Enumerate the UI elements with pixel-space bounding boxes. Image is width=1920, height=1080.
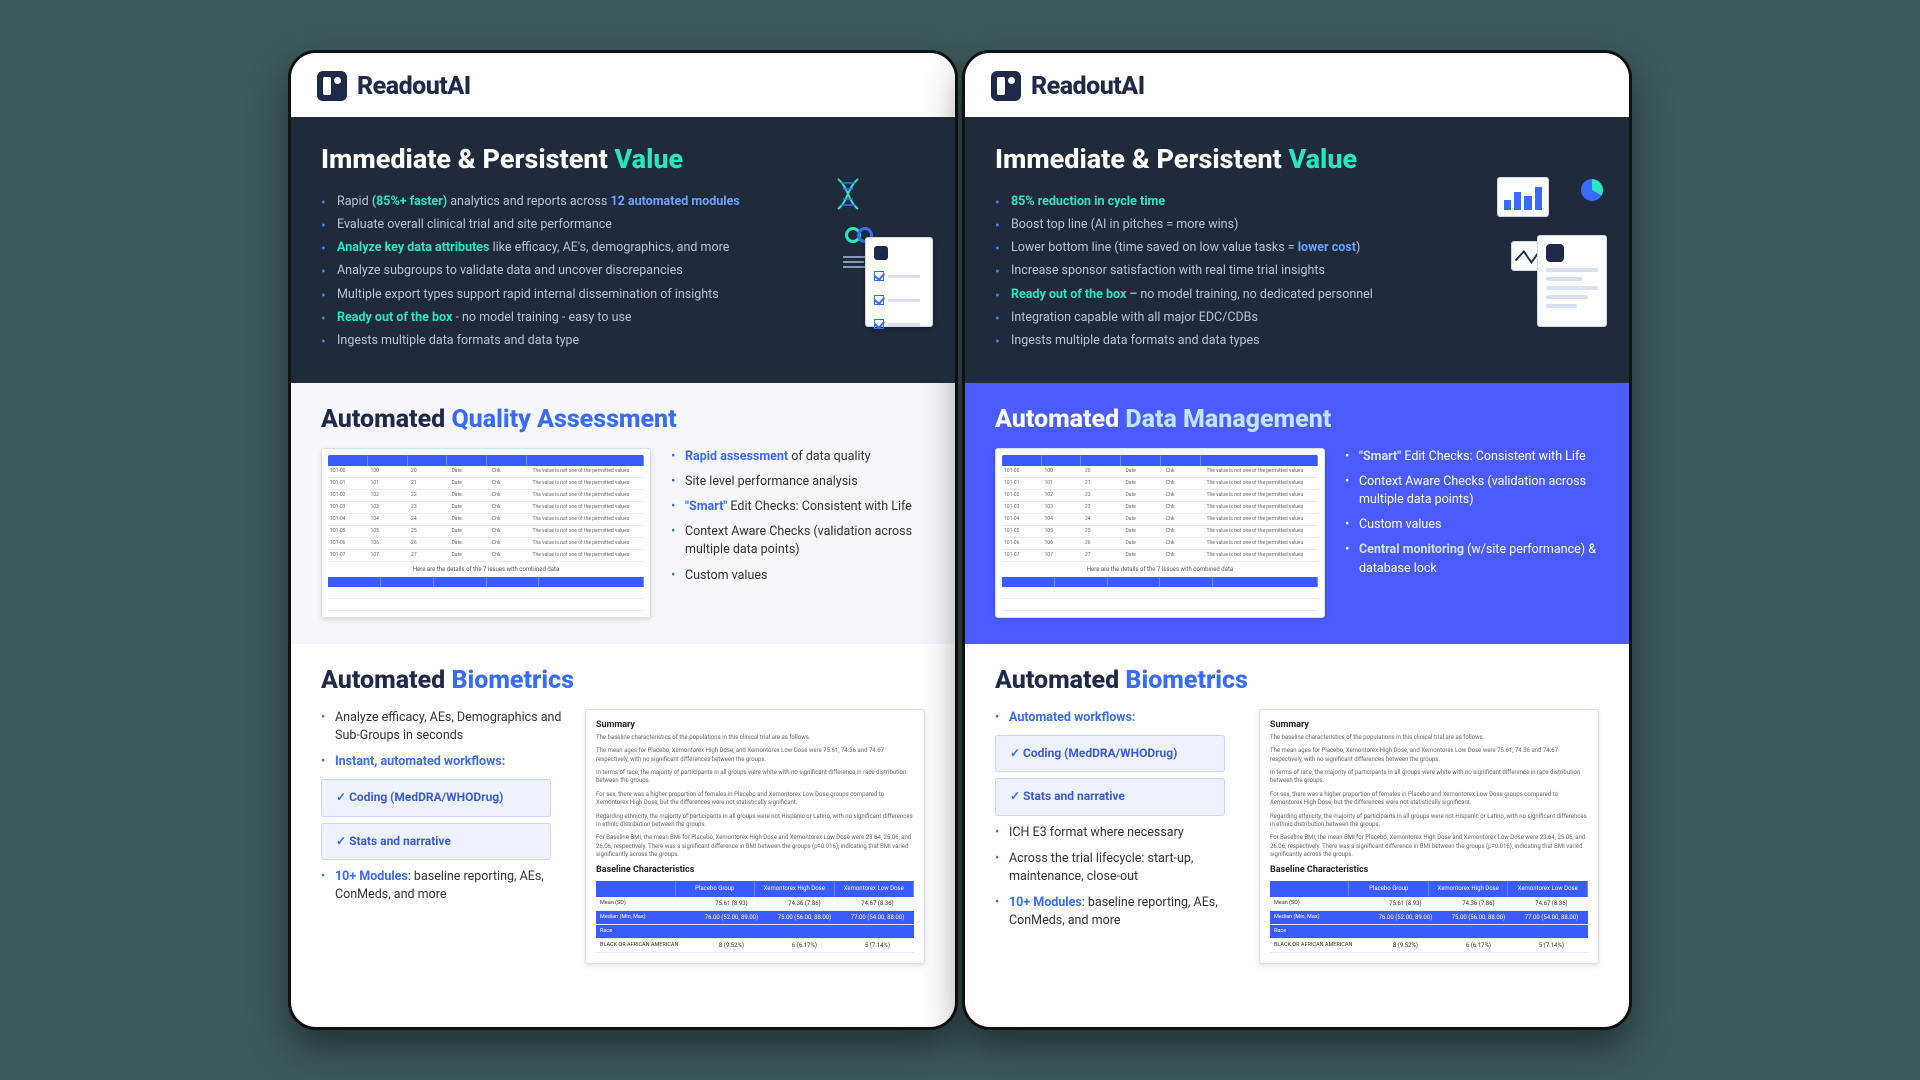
hero-right: Immediate & Persistent Value 85% reducti… <box>965 117 1629 383</box>
hero-list-item: Ready out of the box - no model training… <box>321 309 761 327</box>
hero-graphic <box>1497 177 1607 327</box>
bullet-item: "Smart" Edit Checks: Consistent with Lif… <box>1345 448 1599 466</box>
bar-chart-icon <box>1497 177 1549 217</box>
bullet-item: Custom values <box>671 567 925 585</box>
dm-caption: Here are the details of the 7 issues wit… <box>1002 566 1318 573</box>
logo-bar: ReadoutAI <box>291 53 955 117</box>
brand-name: ReadoutAI <box>1031 72 1145 101</box>
hero-list-item: Increase sponsor satisfaction with real … <box>995 262 1435 280</box>
bullet-item: Custom values <box>1345 516 1599 534</box>
hero-list-item: Boost top line (AI in pitches = more win… <box>995 216 1435 234</box>
hero-list-item: Evaluate overall clinical trial and site… <box>321 216 761 234</box>
qa-bullets: Rapid assessment of data quality Site lev… <box>671 448 925 618</box>
hero-list-item: Lower bottom line (time saved on low val… <box>995 239 1435 257</box>
qa-screenshot: 101-0010020DateChkThe value is not one o… <box>321 448 651 618</box>
brand-name: ReadoutAI <box>357 72 471 101</box>
hero-list-item: Multiple export types support rapid inte… <box>321 286 761 304</box>
hero-list-item: Ingests multiple data formats and data t… <box>321 332 761 350</box>
logo-icon <box>317 71 347 101</box>
hero-list: 85% reduction in cycle time Boost top lin… <box>995 193 1435 350</box>
workflow-chip: Stats and narrative <box>321 823 551 860</box>
stage: ReadoutAI Immediate & Persistent Value R… <box>288 50 1632 1030</box>
dna-icon <box>833 177 863 211</box>
workflow-chips: Coding (MedDRA/WHODrug) Stats and narrati… <box>321 779 565 860</box>
bio-title: Automated Biometrics <box>995 666 1599 695</box>
bullet-item: "Smart" Edit Checks: Consistent with Lif… <box>671 498 925 516</box>
bio-bullet: Across the trial lifecycle: start-up, ma… <box>995 850 1239 886</box>
bio-bullet: Analyze efficacy, AEs, Demographics and … <box>321 709 565 745</box>
workflow-chip: Stats and narrative <box>995 778 1225 815</box>
hero-graphic <box>823 177 933 327</box>
workflow-chip: Coding (MedDRA/WHODrug) <box>995 735 1225 772</box>
qa-caption: Here are the details of the 7 issues wit… <box>328 566 644 573</box>
bio-section-left: Automated Biometrics Analyze efficacy, A… <box>291 644 955 990</box>
hero-list-item: Integration capable with all major EDC/C… <box>995 309 1435 327</box>
workflow-chip: Coding (MedDRA/WHODrug) <box>321 779 551 816</box>
hero-list-item: Ingests multiple data formats and data t… <box>995 332 1435 350</box>
logo-bar: ReadoutAI <box>965 53 1629 117</box>
hero-left: Immediate & Persistent Value Rapid (85%+… <box>291 117 955 383</box>
hero-list: Rapid (85%+ faster) analytics and report… <box>321 193 761 350</box>
hero-title: Immediate & Persistent Value <box>995 143 1599 175</box>
bio-section-right: Automated Biometrics Automated workflows… <box>965 644 1629 990</box>
dm-screenshot: 101-0010020DateChkThe value is not one o… <box>995 448 1325 618</box>
bio-bullet: ICH E3 format where necessary <box>995 824 1239 842</box>
hero-title: Immediate & Persistent Value <box>321 143 925 175</box>
bio-screenshot: Summary The baseline characteristics of … <box>585 709 925 964</box>
bullet-item: Site level performance analysis <box>671 473 925 491</box>
hero-list-item: Rapid (85%+ faster) analytics and report… <box>321 193 761 211</box>
bullet-item: Context Aware Checks (validation across … <box>1345 473 1599 509</box>
flyer-right: ReadoutAI Immediate & Persistent Value 8… <box>962 50 1632 1030</box>
checklist-card-icon <box>865 237 933 327</box>
flyer-left: ReadoutAI Immediate & Persistent Value R… <box>288 50 958 1030</box>
dm-section: Automated Data Management 101-0010020Dat… <box>965 383 1629 644</box>
workflow-chips: Coding (MedDRA/WHODrug) Stats and narrati… <box>995 735 1239 816</box>
document-icon <box>1537 235 1607 327</box>
hero-list-item: Analyze key data attributes like efficac… <box>321 239 761 257</box>
bio-bullets: Analyze efficacy, AEs, Demographics and … <box>321 709 565 964</box>
qa-section: Automated Quality Assessment 101-0010020… <box>291 383 955 644</box>
dm-bullets: "Smart" Edit Checks: Consistent with Lif… <box>1345 448 1599 618</box>
bio-bullet: Instant, automated workflows: <box>321 753 565 771</box>
hero-list-item: Ready out of the box – no model training… <box>995 286 1435 304</box>
dm-title: Automated Data Management <box>995 405 1599 434</box>
hero-list-item: Analyze subgroups to validate data and u… <box>321 262 761 280</box>
bio-title: Automated Biometrics <box>321 666 925 695</box>
bio-screenshot: Summary The baseline characteristics of … <box>1259 709 1599 964</box>
bio-bullets: Automated workflows: Coding (MedDRA/WHODr… <box>995 709 1239 964</box>
bullet-item: Rapid assessment of data quality <box>671 448 925 466</box>
bullet-item: Central monitoring (w/site performance) … <box>1345 541 1599 577</box>
bullet-item: Context Aware Checks (validation across … <box>671 523 925 559</box>
bio-bullet: Automated workflows: <box>995 709 1239 727</box>
pie-chart-icon <box>1581 179 1603 201</box>
logo-icon <box>991 71 1021 101</box>
hero-list-item: 85% reduction in cycle time <box>995 193 1435 211</box>
qa-title: Automated Quality Assessment <box>321 405 925 434</box>
bio-bullet: 10+ Modules: baseline reporting, AEs, Co… <box>995 894 1239 930</box>
bio-bullet: 10+ Modules: baseline reporting, AEs, Co… <box>321 868 565 904</box>
